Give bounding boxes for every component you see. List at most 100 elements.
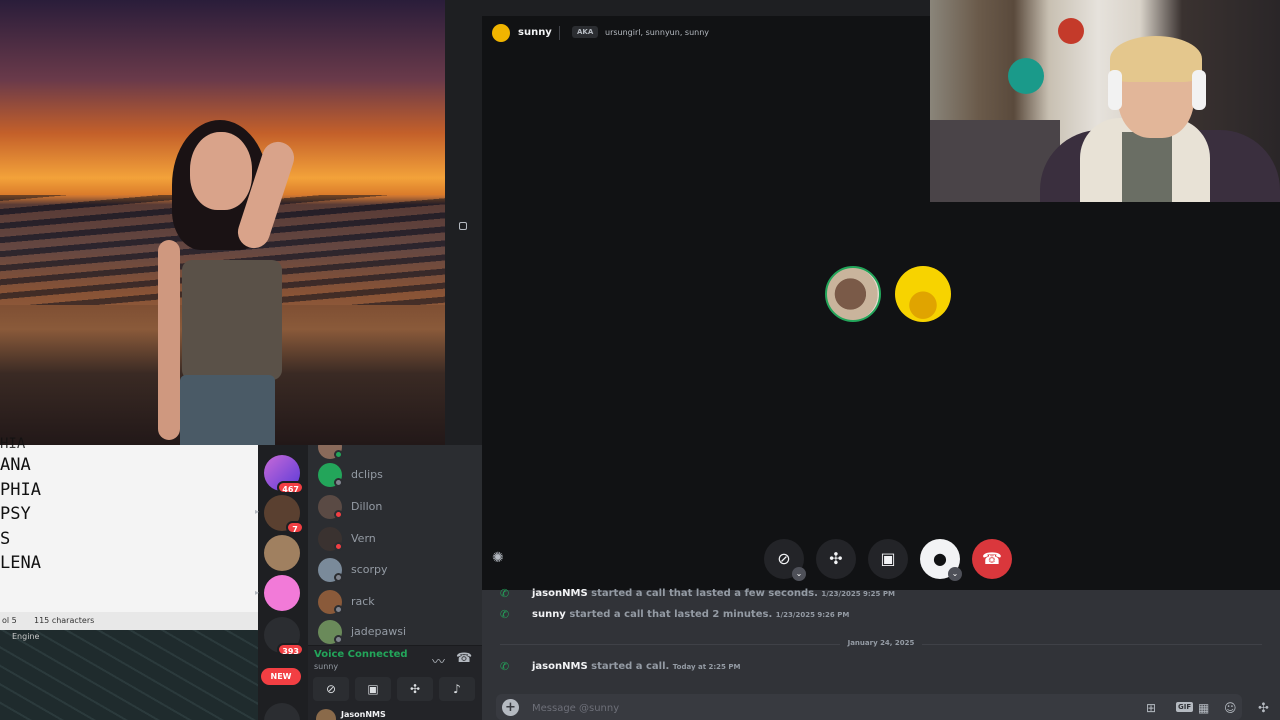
message-author[interactable]: jasonNMS — [532, 661, 588, 672]
discover-icon[interactable] — [264, 703, 300, 720]
participant-avatar[interactable] — [895, 266, 951, 322]
phone-icon: ✆ — [500, 587, 510, 600]
activities-icon: ✣ — [829, 549, 843, 568]
message-text: started a call that lasted 2 minutes. — [569, 609, 773, 620]
unread-indicator: ▸ — [255, 507, 260, 516]
apps-icon[interactable]: ✣ — [1258, 701, 1269, 716]
call-header-name[interactable]: sunny — [518, 27, 552, 38]
unread-indicator: ▸ — [255, 588, 260, 597]
dm-item-partial[interactable] — [318, 445, 478, 461]
screenshare-icon: ▣ — [880, 549, 896, 568]
message-input[interactable]: Message @sunny — [532, 703, 619, 714]
dm-item-jadepawsi[interactable]: jadepawsi — [318, 618, 478, 645]
aka-badge: AKA — [572, 26, 599, 38]
server-icon[interactable]: 467 — [264, 455, 304, 494]
status-offline-icon — [334, 478, 343, 487]
voice-channel-name: sunny — [314, 662, 339, 671]
title-bar — [445, 0, 930, 16]
screenshare-button[interactable]: ▣ — [355, 677, 391, 701]
server-icon[interactable]: 393 — [264, 617, 304, 656]
activities-button[interactable]: ✣ — [816, 539, 856, 579]
status-chars: 115 characters — [34, 616, 95, 625]
server-rail: 467 ▸ 7 ▸ 393 NEW — [255, 445, 308, 720]
status-dnd-icon — [334, 510, 343, 519]
mention-badge: 7 — [286, 521, 304, 534]
user-bar: JasonNMS — [308, 705, 482, 720]
date-divider: January 24, 2025 — [482, 639, 1280, 649]
game-floor: Engine — [0, 630, 258, 720]
screenshare-button[interactable]: ▣ — [868, 539, 908, 579]
phone-icon: ✆ — [500, 608, 510, 621]
webcam-overlay — [930, 0, 1280, 202]
dm-item-dclips[interactable]: dclips — [318, 461, 478, 489]
status-online-icon — [334, 450, 343, 459]
dm-item-name: scorpy — [351, 563, 388, 576]
soundboard-icon[interactable]: ✺ — [492, 550, 504, 566]
server-icon[interactable] — [264, 535, 300, 571]
message-author[interactable]: jasonNMS — [532, 588, 588, 599]
emoji-icon[interactable]: ☺ — [1224, 701, 1237, 715]
hangup-button[interactable]: ☎ — [972, 539, 1012, 579]
dm-item-name: dclips — [351, 468, 383, 481]
user-name: JasonNMS — [341, 710, 386, 719]
activities-icon: ✣ — [409, 682, 421, 696]
chat-log: ✆ jasonNMS started a call that lasted a … — [482, 587, 1280, 720]
status-col: ol 5 — [2, 616, 17, 625]
camera-off-icon: ⊘ — [325, 682, 337, 696]
gift-icon[interactable]: ⊞ — [1146, 701, 1156, 715]
status-offline-icon — [334, 573, 343, 582]
message-timestamp: 1/23/2025 9:25 PM — [821, 590, 895, 598]
dm-item-name: Vern — [351, 532, 376, 545]
camera-toggle-button[interactable]: ⊘ ⌄ — [764, 539, 806, 581]
new-pill[interactable]: NEW — [261, 668, 301, 685]
attach-plus-icon[interactable]: + — [502, 699, 519, 716]
screen: HIA ANA PHIA PSY S LENA ol 5 115 charact… — [0, 0, 1280, 720]
server-icon[interactable] — [264, 575, 300, 611]
soundboard-icon: ♪ — [453, 682, 461, 696]
divider — [559, 26, 560, 40]
call-header: sunny AKA ursungirl, sunnyun, sunny — [492, 24, 892, 44]
popout-icon[interactable] — [459, 222, 467, 230]
status-offline-icon — [334, 635, 343, 644]
mention-badge: 467 — [277, 481, 304, 494]
camera-button[interactable]: ⊘ — [313, 677, 349, 701]
message-timestamp: 1/23/2025 9:26 PM — [775, 611, 850, 619]
dm-item-scorpy[interactable]: scorpy — [318, 556, 478, 584]
editor-lines: ANA PHIA PSY S LENA — [0, 455, 41, 573]
participant-avatar[interactable] — [825, 266, 881, 322]
message-text: started a call. — [591, 661, 670, 672]
hangup-icon: ☎ — [982, 549, 1002, 568]
message-author[interactable]: sunny — [532, 609, 566, 620]
call-log-message: ✆ sunny started a call that lasted 2 min… — [500, 608, 1260, 624]
gif-button[interactable]: GIF — [1176, 702, 1194, 712]
dm-item-name: jadepawsi — [351, 625, 407, 638]
server-icon[interactable]: 7 — [264, 495, 304, 534]
soundboard-button[interactable]: ♪ — [439, 677, 475, 701]
person-figure — [150, 120, 299, 445]
dm-item-rack[interactable]: rack — [318, 588, 478, 616]
sticker-icon[interactable]: ▦ — [1198, 701, 1209, 715]
status-offline-icon — [334, 605, 343, 614]
voice-connected-label: Voice Connected — [314, 649, 408, 660]
dm-item-name: rack — [351, 595, 375, 608]
mute-button[interactable]: ● ⌄ — [920, 539, 962, 581]
camera-off-icon: ⊘ — [777, 549, 791, 568]
status-dnd-icon — [334, 542, 343, 551]
avatar[interactable] — [492, 24, 510, 42]
editor-status-bar: ol 5 115 characters — [0, 612, 258, 630]
call-log-message: ✆ jasonNMS started a call. Today at 2:25… — [500, 660, 1260, 676]
dm-item-dillon[interactable]: Dillon — [318, 493, 478, 521]
noise-suppression-icon[interactable]: 〰 — [432, 651, 445, 670]
phone-icon: ✆ — [500, 660, 510, 673]
avatar[interactable] — [316, 709, 336, 720]
chevron-down-icon[interactable]: ⌄ — [792, 567, 806, 581]
activities-button[interactable]: ✣ — [397, 677, 433, 701]
call-log-message: ✆ jasonNMS started a call that lasted a … — [500, 587, 1260, 603]
chevron-down-icon[interactable]: ⌄ — [948, 567, 962, 581]
screenshare-icon: ▣ — [367, 682, 379, 696]
dm-item-vern[interactable]: Vern — [318, 525, 478, 553]
disconnect-icon[interactable]: ☎ — [456, 651, 472, 666]
editor-cut-line: HIA — [0, 436, 26, 452]
message-composer[interactable]: + Message @sunny ⊞ GIF ▦ ☺ — [496, 694, 1242, 720]
mention-badge: 393 — [277, 643, 304, 656]
